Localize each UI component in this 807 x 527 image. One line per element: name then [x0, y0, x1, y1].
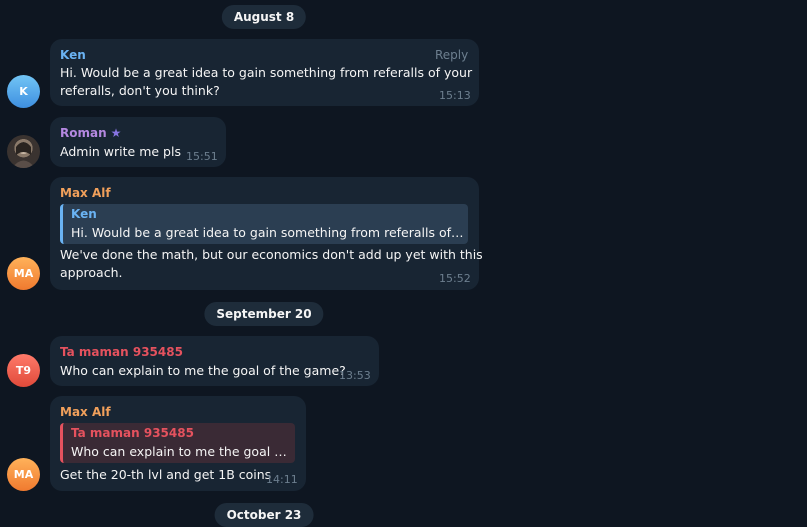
quote-sender: Ta maman 935485: [71, 426, 194, 440]
avatar[interactable]: [7, 135, 40, 168]
date-separator: September 20: [204, 302, 324, 326]
message-text: Admin write me pls: [60, 144, 181, 159]
sender-name[interactable]: Max Alf: [60, 186, 111, 200]
star-icon: ★: [110, 126, 122, 140]
message-time: 15:51: [186, 150, 218, 163]
message-text: referalls, don't you think?: [60, 83, 220, 98]
date-separator: August 8: [221, 5, 307, 29]
avatar[interactable]: K: [7, 75, 40, 108]
sender-name[interactable]: Roman ★: [60, 126, 121, 140]
message-bubble[interactable]: Ta maman 935485 Who can explain to me th…: [50, 336, 379, 386]
message-text: We've done the math, but our economics d…: [60, 247, 483, 262]
message-time: 15:52: [439, 272, 471, 285]
date-separator: October 23: [214, 503, 314, 527]
reply-button[interactable]: Reply: [435, 48, 468, 62]
sender-name[interactable]: Ta maman 935485: [60, 345, 183, 359]
message-time: 15:13: [439, 89, 471, 102]
message-time: 13:53: [339, 369, 371, 382]
sender-name[interactable]: Max Alf: [60, 405, 111, 419]
message-bubble[interactable]: Max Alf Ken Hi. Would be a great idea to…: [50, 177, 483, 290]
avatar[interactable]: MA: [7, 257, 40, 290]
message-bubble[interactable]: Max Alf Ta maman 935485 Who can explain …: [50, 396, 306, 491]
quote-text: Who can explain to me the goal of ...: [71, 444, 291, 459]
message-time: 14:11: [266, 473, 298, 486]
message-text: Who can explain to me the goal of the ga…: [60, 363, 346, 378]
avatar-photo-icon: [12, 142, 35, 168]
message-text: Get the 20-th lvl and get 1B coins: [60, 467, 272, 482]
avatar[interactable]: T9: [7, 354, 40, 387]
avatar[interactable]: MA: [7, 458, 40, 491]
quote-sender: Ken: [71, 207, 97, 221]
quote-text: Hi. Would be a great idea to gain someth…: [71, 225, 465, 240]
sender-name[interactable]: Ken: [60, 48, 86, 62]
message-bubble[interactable]: Ken Reply Hi. Would be a great idea to g…: [50, 39, 479, 106]
message-bubble[interactable]: Roman ★ Admin write me pls 15:51: [50, 117, 226, 167]
reply-quote[interactable]: Ta maman 935485 Who can explain to me th…: [60, 423, 295, 463]
message-text: Hi. Would be a great idea to gain someth…: [60, 65, 473, 80]
reply-quote[interactable]: Ken Hi. Would be a great idea to gain so…: [60, 204, 468, 244]
message-text: approach.: [60, 265, 123, 280]
